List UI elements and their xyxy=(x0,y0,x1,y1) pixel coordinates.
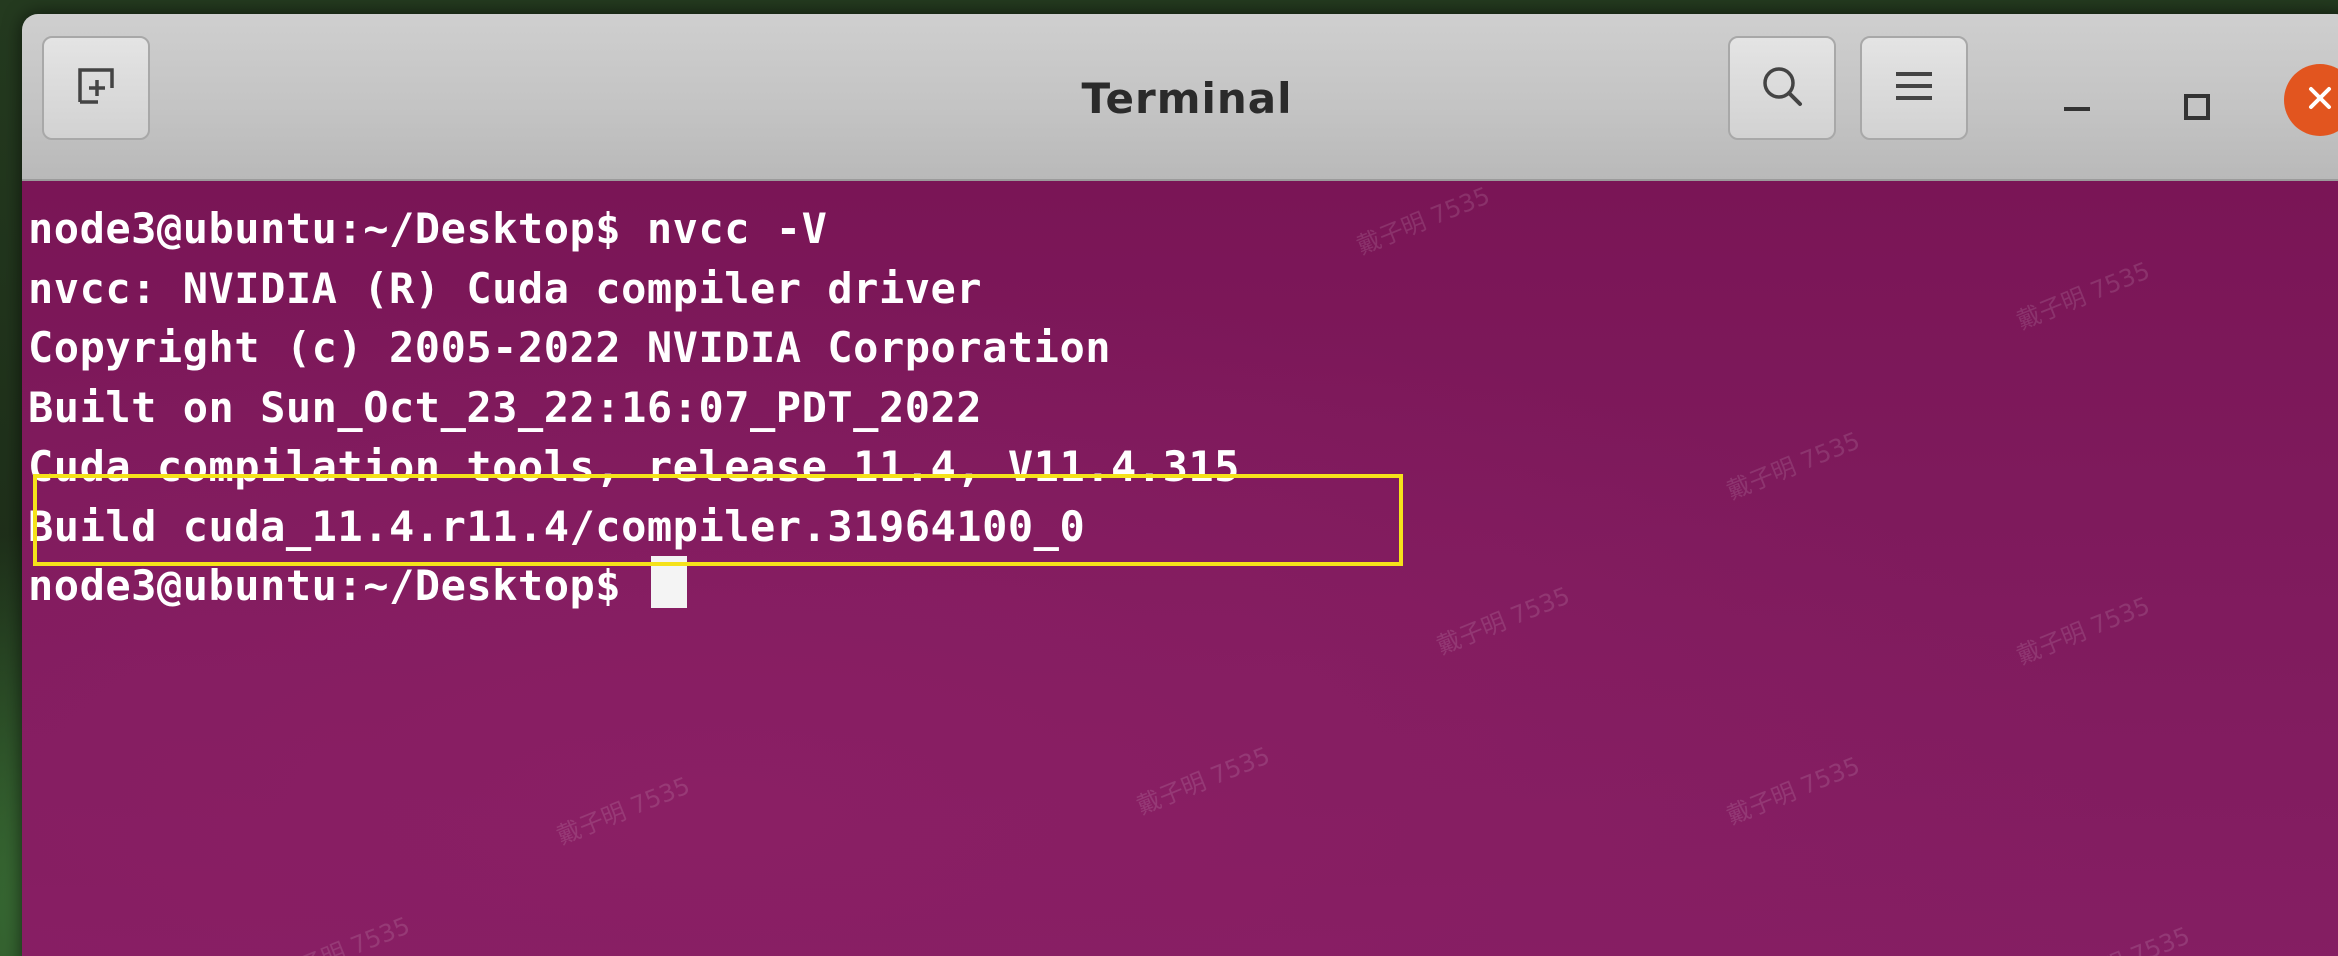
menu-button[interactable] xyxy=(1860,36,1968,140)
watermark: 戴子明 7535 xyxy=(272,911,414,956)
terminal-line: nvcc: NVIDIA (R) Cuda compiler driver xyxy=(28,263,983,313)
close-icon xyxy=(2305,83,2335,117)
maximize-button[interactable] xyxy=(2172,84,2222,134)
watermark: 戴子明 7535 xyxy=(1722,751,1864,831)
maximize-icon xyxy=(2182,92,2212,126)
terminal-window: Terminal node3@ubuntu:~/Desktop$ nvcc -V… xyxy=(22,14,2338,956)
highlight-annotation-box xyxy=(33,474,1403,566)
title-bar: Terminal xyxy=(22,14,2338,181)
search-button[interactable] xyxy=(1728,36,1836,140)
window-title: Terminal xyxy=(1081,74,1293,123)
hamburger-menu-icon xyxy=(1894,69,1934,107)
search-icon xyxy=(1759,63,1805,113)
terminal-line: Built on Sun_Oct_23_22:16:07_PDT_2022 xyxy=(28,382,983,432)
minimize-icon xyxy=(2062,99,2092,118)
watermark: 戴子明 7535 xyxy=(1722,426,1864,506)
watermark: 戴子明 7535 xyxy=(1132,741,1274,821)
prompt-text: node3@ubuntu:~/Desktop$ xyxy=(28,561,647,610)
watermark: 戴子明 7535 xyxy=(2012,591,2154,671)
terminal-line: node3@ubuntu:~/Desktop$ nvcc -V xyxy=(28,204,828,253)
watermark: 戴子明 7535 xyxy=(552,771,694,851)
watermark: 戴子明 7535 xyxy=(1432,581,1574,661)
terminal-area[interactable]: node3@ubuntu:~/Desktop$ nvcc -V nvcc: NV… xyxy=(22,181,2338,956)
watermark: 戴子明 7535 xyxy=(2012,256,2154,336)
minimize-button[interactable] xyxy=(2052,88,2102,128)
watermark: 戴子明 7535 xyxy=(2051,916,2195,956)
watermark: 戴子明 7535 xyxy=(1352,181,1494,261)
terminal-line: Copyright (c) 2005-2022 NVIDIA Corporati… xyxy=(28,323,1112,372)
